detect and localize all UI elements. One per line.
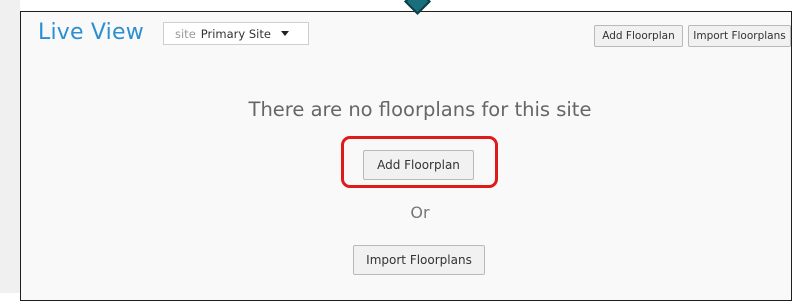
left-gutter: [0, 0, 20, 293]
or-separator: Or: [410, 203, 430, 222]
import-floorplans-button-toolbar[interactable]: Import Floorplans: [688, 25, 791, 47]
site-selector[interactable]: site Primary Site: [163, 22, 309, 45]
site-selector-prefix: site: [175, 26, 196, 41]
import-floorplans-button[interactable]: Import Floorplans: [353, 245, 485, 275]
site-selector-value: Primary Site: [200, 26, 271, 41]
page-title: Live View: [38, 20, 144, 45]
chevron-down-icon: [280, 31, 289, 36]
add-floorplan-button-toolbar[interactable]: Add Floorplan: [594, 25, 683, 47]
empty-state-message: There are no floorplans for this site: [248, 98, 592, 121]
highlight-annotation: [341, 136, 498, 188]
